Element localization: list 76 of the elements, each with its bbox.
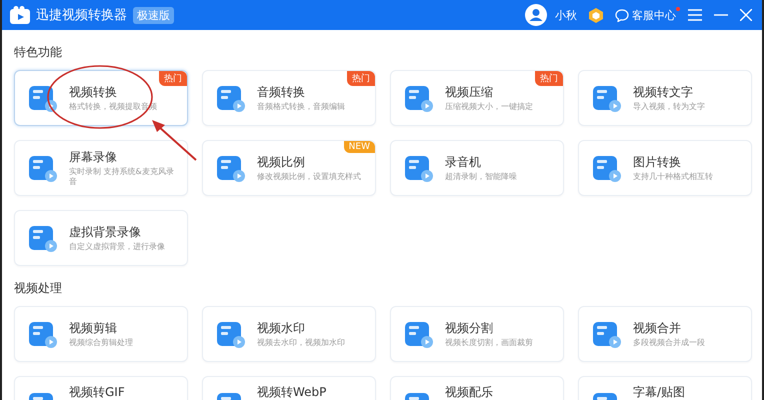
feature-card[interactable]: 视频合并 多段视频合并成一段 [578,306,752,362]
logo-icon [10,6,30,24]
card-title: 字幕/贴图 [633,385,686,399]
feature-card[interactable]: 图片转换 支持几十种格式相互转 [578,140,752,196]
feature-card[interactable]: NEW 视频比例 修改视频比例，设置填充样式 [202,140,376,196]
menu-icon[interactable] [688,9,702,21]
close-icon[interactable] [740,9,752,21]
feature-card[interactable]: 虚拟背景录像 自定义虚拟背景，进行录像 [14,210,188,266]
feature-card[interactable]: 热门 视频压缩 压缩视频大小，一键搞定 [390,70,564,126]
tile-icon [405,84,433,112]
tile-icon [593,154,621,182]
feature-card[interactable]: 视频配乐 [390,376,564,400]
card-title: 视频剪辑 [69,320,118,334]
card-title: 视频分割 [445,320,494,334]
card-title: 音频转换 [257,84,306,98]
chat-icon [615,8,629,22]
feature-card[interactable]: 屏幕录像 实时录制 支持系统&麦克风录音 [14,140,188,196]
feature-card[interactable]: 视频转GIF [14,376,188,400]
card-title: 视频水印 [257,320,306,334]
edition-badge: 极速版 [133,6,174,24]
user-name[interactable]: 小秋 [555,8,577,22]
card-description: 支持几十种格式相互转 [633,172,713,182]
tag-badge: 热门 [347,71,375,86]
section-heading: 视频处理 [14,280,63,296]
card-title: 屏幕录像 [69,150,118,164]
card-description: 视频长度切割，画面裁剪 [445,338,533,348]
tile-icon [29,154,57,182]
tile-icon [405,154,433,182]
support-button[interactable]: 客服中心 [615,8,676,22]
card-title: 视频转换 [69,84,118,98]
tile-icon [405,320,433,348]
card-description: 视频综合剪辑处理 [69,338,133,348]
card-description: 修改视频比例，设置填充样式 [257,172,361,182]
card-description: 视频去水印，视频加水印 [257,338,345,348]
window-title: 迅捷视频转换器 [36,7,127,24]
card-title: 虚拟背景录像 [69,224,142,238]
tile-icon [217,84,245,112]
feature-card[interactable]: 热门 音频转换 音频格式转换，音频编辑 [202,70,376,126]
card-title: 视频转GIF [69,385,125,399]
tag-badge: 热门 [159,71,187,86]
feature-card[interactable]: 字幕/贴图 [578,376,752,400]
card-description: 超清录制，智能降噪 [445,172,517,182]
card-description: 音频格式转换，音频编辑 [257,102,345,112]
card-title: 视频合并 [633,320,682,334]
feature-card[interactable]: 视频水印 视频去水印，视频加水印 [202,306,376,362]
card-title: 视频转文字 [633,84,694,98]
minimize-icon[interactable] [714,14,728,16]
feature-card[interactable]: 视频剪辑 视频综合剪辑处理 [14,306,188,362]
card-description: 压缩视频大小，一键搞定 [445,102,533,112]
feature-card[interactable]: 视频分割 视频长度切割，画面裁剪 [390,306,564,362]
avatar-icon[interactable] [525,4,547,26]
card-description: 导入视频，转为文字 [633,102,705,112]
feature-card[interactable]: 视频转WebP [202,376,376,400]
card-title: 图片转换 [633,154,682,168]
card-description: 多段视频合并成一段 [633,338,705,348]
tile-icon [593,84,621,112]
tag-badge: 热门 [535,71,563,86]
card-title: 视频转WebP [257,385,326,399]
section-heading: 特色功能 [14,44,63,60]
tile-icon [29,320,57,348]
tile-icon [29,84,57,112]
card-title: 视频配乐 [445,385,493,399]
card-title: 视频压缩 [445,84,494,98]
tile-icon [217,154,245,182]
card-title: 视频比例 [257,154,306,168]
hexagon-icon[interactable] [589,8,603,22]
tile-icon [217,320,245,348]
feature-card[interactable]: 录音机 超清录制，智能降噪 [390,140,564,196]
card-title: 录音机 [445,154,482,168]
tag-badge: NEW [344,141,375,153]
feature-card[interactable]: 视频转文字 导入视频，转为文字 [578,70,752,126]
annotation-arrow [152,120,197,161]
tile-icon [593,320,621,348]
card-description: 自定义虚拟背景，进行录像 [69,242,165,252]
card-description: 实时录制 支持系统&麦克风录音 [69,166,175,186]
tile-icon [29,224,57,252]
